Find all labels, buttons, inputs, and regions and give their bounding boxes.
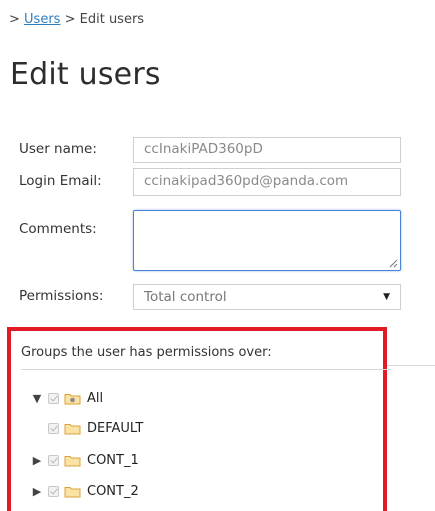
checkbox-icon[interactable]: [48, 485, 59, 497]
tree-node-label[interactable]: DEFAULT: [87, 421, 143, 436]
expanded-arrow-icon[interactable]: ▼: [31, 392, 43, 405]
breadcrumb-current: Edit users: [79, 12, 145, 27]
collapsed-arrow-icon[interactable]: ▶: [31, 454, 43, 467]
email-label: Login Email:: [19, 173, 102, 189]
permissions-label: Permissions:: [19, 288, 104, 304]
resize-grip-icon[interactable]: [389, 259, 398, 268]
checkbox-icon[interactable]: [48, 454, 59, 466]
root-folder-icon: [64, 392, 81, 405]
email-field[interactable]: ccinakipad360pd@panda.com: [133, 168, 401, 196]
username-label: User name:: [19, 141, 97, 157]
divider: [387, 365, 435, 366]
folder-icon: [64, 485, 81, 498]
breadcrumb: > Users > Edit users: [9, 12, 144, 27]
chevron-down-icon: ▼: [383, 292, 390, 302]
tree-node-default: DEFAULT: [48, 419, 143, 437]
tree-node-label[interactable]: All: [87, 391, 103, 406]
permissions-selected-value: Total control: [144, 289, 227, 305]
groups-title: Groups the user has permissions over:: [21, 345, 272, 360]
collapsed-arrow-icon[interactable]: ▶: [31, 485, 43, 498]
comments-label: Comments:: [19, 221, 97, 237]
tree-node-all: ▼ All: [31, 389, 103, 407]
folder-icon: [64, 454, 81, 467]
tree-node-label[interactable]: CONT_2: [87, 484, 139, 499]
divider: [21, 369, 391, 370]
checkbox-icon[interactable]: [48, 422, 59, 434]
checkbox-icon[interactable]: [48, 392, 59, 404]
comments-textarea[interactable]: [133, 210, 401, 271]
permissions-select[interactable]: Total control ▼: [133, 284, 401, 310]
tree-node-cont-2: ▶ CONT_2: [33, 482, 139, 500]
tree-node-cont-1: ▶ CONT_1: [33, 451, 139, 469]
breadcrumb-separator: >: [64, 12, 76, 27]
username-field[interactable]: ccInakiPAD360pD: [133, 137, 401, 163]
page-title: Edit users: [10, 57, 161, 92]
breadcrumb-separator: >: [9, 12, 20, 27]
breadcrumb-link-users[interactable]: Users: [24, 12, 60, 27]
groups-panel: Groups the user has permissions over: ▼ …: [7, 327, 391, 511]
tree-node-label[interactable]: CONT_1: [87, 453, 139, 468]
folder-icon: [64, 422, 81, 435]
